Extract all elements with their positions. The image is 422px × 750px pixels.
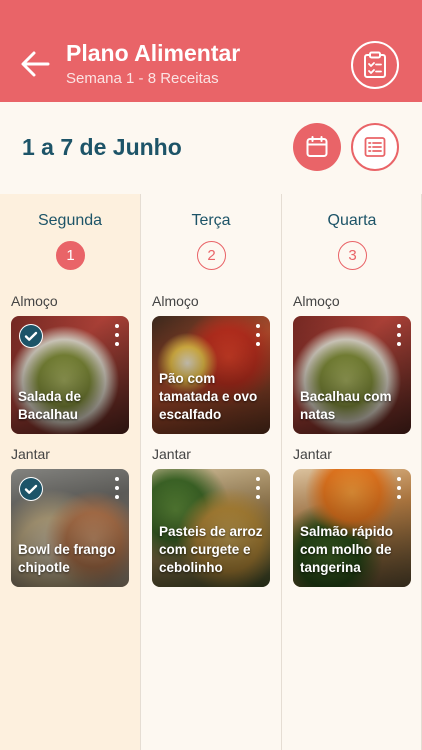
day-number[interactable]: 1 <box>56 241 85 270</box>
meal-label: Jantar <box>293 446 332 462</box>
recipe-card[interactable]: Pasteis de arroz com curgete e cebolinho <box>152 469 270 587</box>
check-icon <box>20 478 42 500</box>
page-subtitle: Semana 1 - 8 Receitas <box>66 70 219 87</box>
more-options-icon[interactable] <box>252 324 264 346</box>
list-icon <box>364 137 386 157</box>
meal-label: Jantar <box>152 446 191 462</box>
recipe-card[interactable]: Salmão rápido com molho de tangerina <box>293 469 411 587</box>
day-name[interactable]: Quarta <box>282 212 422 230</box>
day-name[interactable]: Terça <box>141 212 281 230</box>
recipe-card[interactable]: Pão com tamatada e ovo escalfado <box>152 316 270 434</box>
arrow-left-icon <box>21 51 50 77</box>
day-column-terca: Terça 2 Almoço Pão com tamatada e ovo es… <box>141 194 281 750</box>
meal-label: Jantar <box>11 446 50 462</box>
day-number[interactable]: 2 <box>197 241 226 270</box>
recipe-title: Bowl de frango chipotle <box>18 542 116 575</box>
recipe-title: Salada de Bacalhau <box>18 389 82 422</box>
recipe-card[interactable]: Bowl de frango chipotle <box>11 469 129 587</box>
recipe-card[interactable]: Bacalhau com natas <box>293 316 411 434</box>
calendar-view-button[interactable] <box>293 123 341 171</box>
date-range: 1 a 7 de Junho <box>22 134 182 160</box>
recipe-card[interactable]: Salada de Bacalhau <box>11 316 129 434</box>
recipe-title: Bacalhau com natas <box>300 389 392 422</box>
recipe-title: Pão com tamatada e ovo escalfado <box>159 371 258 422</box>
completed-check[interactable] <box>19 477 43 501</box>
more-options-icon[interactable] <box>111 324 123 346</box>
page-title: Plano Alimentar <box>66 40 241 66</box>
recipe-title: Pasteis de arroz com curgete e cebolinho <box>159 524 263 575</box>
more-options-icon[interactable] <box>393 324 405 346</box>
day-number[interactable]: 3 <box>338 241 367 270</box>
meal-label: Almoço <box>11 293 58 309</box>
day-column-quarta: Quarta 3 Almoço Bacalhau com natas Janta… <box>282 194 422 750</box>
week-selector: 1 a 7 de Junho <box>0 102 422 194</box>
calendar-icon <box>306 136 328 157</box>
completed-check[interactable] <box>19 324 43 348</box>
more-options-icon[interactable] <box>111 477 123 499</box>
shopping-list-button[interactable] <box>351 41 399 89</box>
check-icon <box>20 325 42 347</box>
clipboard-check-icon <box>364 51 386 78</box>
meal-label: Almoço <box>293 293 340 309</box>
back-button[interactable] <box>18 44 52 84</box>
more-options-icon[interactable] <box>393 477 405 499</box>
list-view-button[interactable] <box>351 123 399 171</box>
day-column-segunda: Segunda 1 Almoço Salada de Bacalhau Jant… <box>0 194 140 750</box>
more-options-icon[interactable] <box>252 477 264 499</box>
meal-label: Almoço <box>152 293 199 309</box>
app-header: Plano Alimentar Semana 1 - 8 Receitas <box>0 0 422 102</box>
recipe-title: Salmão rápido com molho de tangerina <box>300 524 394 575</box>
meal-plan-grid: Segunda 1 Almoço Salada de Bacalhau Jant… <box>0 194 422 750</box>
day-name[interactable]: Segunda <box>0 212 140 230</box>
